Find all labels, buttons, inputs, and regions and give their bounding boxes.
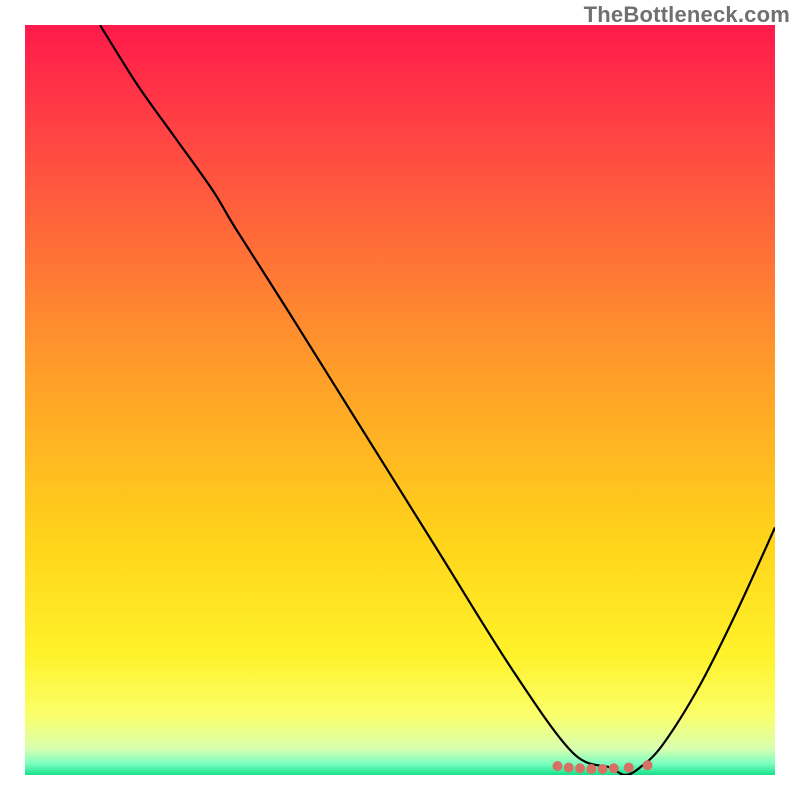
marker-dot bbox=[586, 764, 596, 774]
plot-area bbox=[25, 25, 775, 775]
marker-dot bbox=[609, 763, 619, 773]
marker-dot bbox=[564, 763, 574, 773]
chart-container: TheBottleneck.com bbox=[0, 0, 800, 800]
chart-svg bbox=[25, 25, 775, 775]
gradient-background bbox=[25, 25, 775, 775]
marker-dot bbox=[575, 763, 585, 773]
marker-dot bbox=[598, 764, 608, 774]
marker-dot bbox=[624, 763, 634, 773]
marker-dot bbox=[643, 760, 653, 770]
marker-dot bbox=[553, 761, 563, 771]
